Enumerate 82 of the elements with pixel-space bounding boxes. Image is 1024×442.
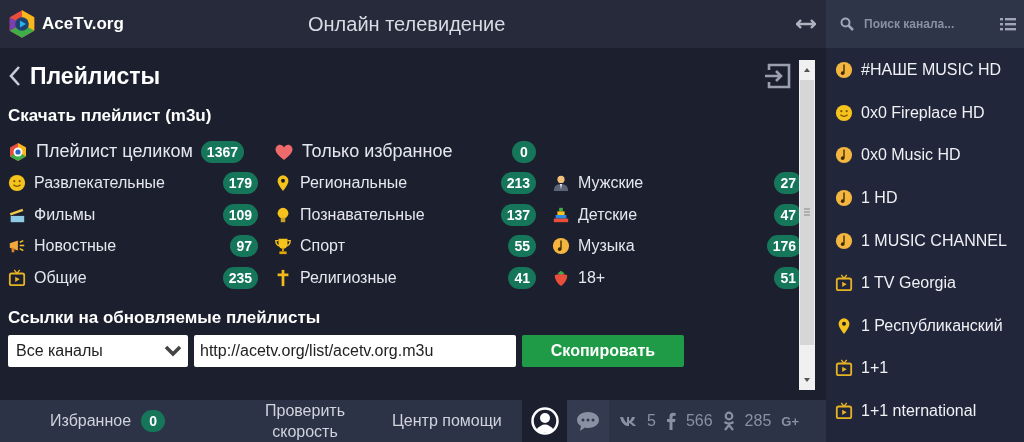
count-badge: 41 <box>508 266 536 289</box>
section-heading: Ссылки на обновляемые плейлисты <box>8 307 322 328</box>
count-badge: 137 <box>500 203 536 226</box>
user-avatar-icon[interactable] <box>530 407 559 435</box>
copy-button[interactable]: Скопировать <box>522 334 684 367</box>
category-link[interactable]: Детские <box>578 205 767 224</box>
count-badge: 0 <box>512 140 536 163</box>
count-badge: 51 <box>774 266 799 289</box>
channel-item[interactable]: 1 HD <box>861 189 898 208</box>
channel-item[interactable]: 0x0 Music HD <box>861 146 961 165</box>
favorites-link[interactable]: Избранное <box>50 412 132 430</box>
category-link[interactable]: Спорт <box>300 237 501 256</box>
logo-text[interactable]: AceTv.org <box>42 14 124 34</box>
ring-pyramid-icon <box>552 205 570 224</box>
music-note-icon <box>552 237 570 256</box>
category-link[interactable]: Региональные <box>300 174 493 193</box>
businessman-icon <box>552 174 570 193</box>
resize-arrows-icon[interactable] <box>796 18 816 30</box>
share-count: 566 <box>685 412 713 430</box>
music-note-icon <box>835 146 853 165</box>
google-plus-icon[interactable]: G+ <box>781 413 800 429</box>
tv-icon <box>835 359 853 378</box>
odnoklassniki-icon <box>722 411 735 431</box>
playlist-select[interactable]: Все каналы <box>8 334 188 367</box>
trophy-icon <box>274 237 292 256</box>
vk-icon <box>619 415 637 427</box>
count-badge: 1367 <box>200 140 244 163</box>
tv-icon <box>835 402 853 421</box>
category-link[interactable]: Музыка <box>578 237 759 256</box>
header-title: Онлайн телевидение <box>308 12 507 36</box>
count-badge: 235 <box>222 266 258 289</box>
count-badge: 27 <box>774 172 799 195</box>
category-link[interactable]: Религиозные <box>300 268 501 287</box>
facebook-icon <box>665 412 676 430</box>
back-icon[interactable] <box>8 65 22 87</box>
category-link[interactable]: Познавательные <box>300 205 493 224</box>
count-badge: 47 <box>774 203 799 226</box>
category-link[interactable]: 18+ <box>578 268 767 287</box>
page-title: Плейлисты <box>30 62 162 90</box>
help-center-link[interactable]: Центр помощи <box>392 412 522 430</box>
chevron-down-icon <box>164 344 182 357</box>
playlist-url-field[interactable]: http://acetv.org/list/acetv.org.m3u <box>194 334 516 367</box>
channel-item[interactable]: 1 Республиканский <box>861 316 1003 335</box>
share-count: 5 <box>647 412 656 430</box>
count-badge: 97 <box>230 235 258 258</box>
channel-item[interactable]: 1 MUSIC CHANNEL <box>861 231 1007 250</box>
music-note-icon <box>835 231 853 250</box>
music-note-icon <box>835 61 853 80</box>
count-badge: 55 <box>508 235 536 258</box>
count-badge: 109 <box>222 203 258 226</box>
logo-icon <box>8 9 36 39</box>
category-link[interactable]: Фильмы <box>34 205 215 224</box>
chat-icon[interactable] <box>576 410 600 432</box>
count-badge: 179 <box>222 172 258 195</box>
category-link[interactable]: Новостные <box>34 237 223 256</box>
count-badge: 0 <box>141 410 166 432</box>
channel-item[interactable]: #НАШЕ MUSIC HD <box>861 61 1001 80</box>
section-heading: Скачать плейлист (m3u) <box>8 106 213 126</box>
category-link[interactable]: Только избранное <box>302 141 504 163</box>
list-menu-icon[interactable] <box>1000 17 1016 31</box>
hexagon-logo-icon <box>8 141 28 162</box>
speed-test-link[interactable]: Проверить скорость <box>250 400 360 442</box>
login-icon[interactable] <box>763 63 791 89</box>
channel-item[interactable]: 1 TV Georgia <box>861 274 956 293</box>
category-link[interactable]: Мужские <box>578 174 767 193</box>
search-icon <box>840 17 854 31</box>
category-link[interactable]: Плейлист целиком <box>36 141 193 163</box>
smiley-icon <box>8 174 26 193</box>
scrollbar[interactable] <box>799 60 815 390</box>
tv-icon <box>8 268 26 287</box>
channel-item[interactable]: 1+1 <box>861 359 889 378</box>
share-count: 285 <box>744 412 772 430</box>
count-badge: 213 <box>500 172 536 195</box>
strawberry-icon <box>552 268 570 287</box>
tv-icon <box>835 274 853 293</box>
count-badge: 176 <box>766 235 799 258</box>
channel-item[interactable]: 1+1 nternational <box>861 402 977 421</box>
smiley-icon <box>835 103 853 122</box>
category-link[interactable]: Развлекательные <box>34 174 215 193</box>
category-link[interactable]: Общие <box>34 268 215 287</box>
music-note-icon <box>835 189 853 208</box>
channel-item[interactable]: 0x0 Fireplace HD <box>861 103 985 122</box>
